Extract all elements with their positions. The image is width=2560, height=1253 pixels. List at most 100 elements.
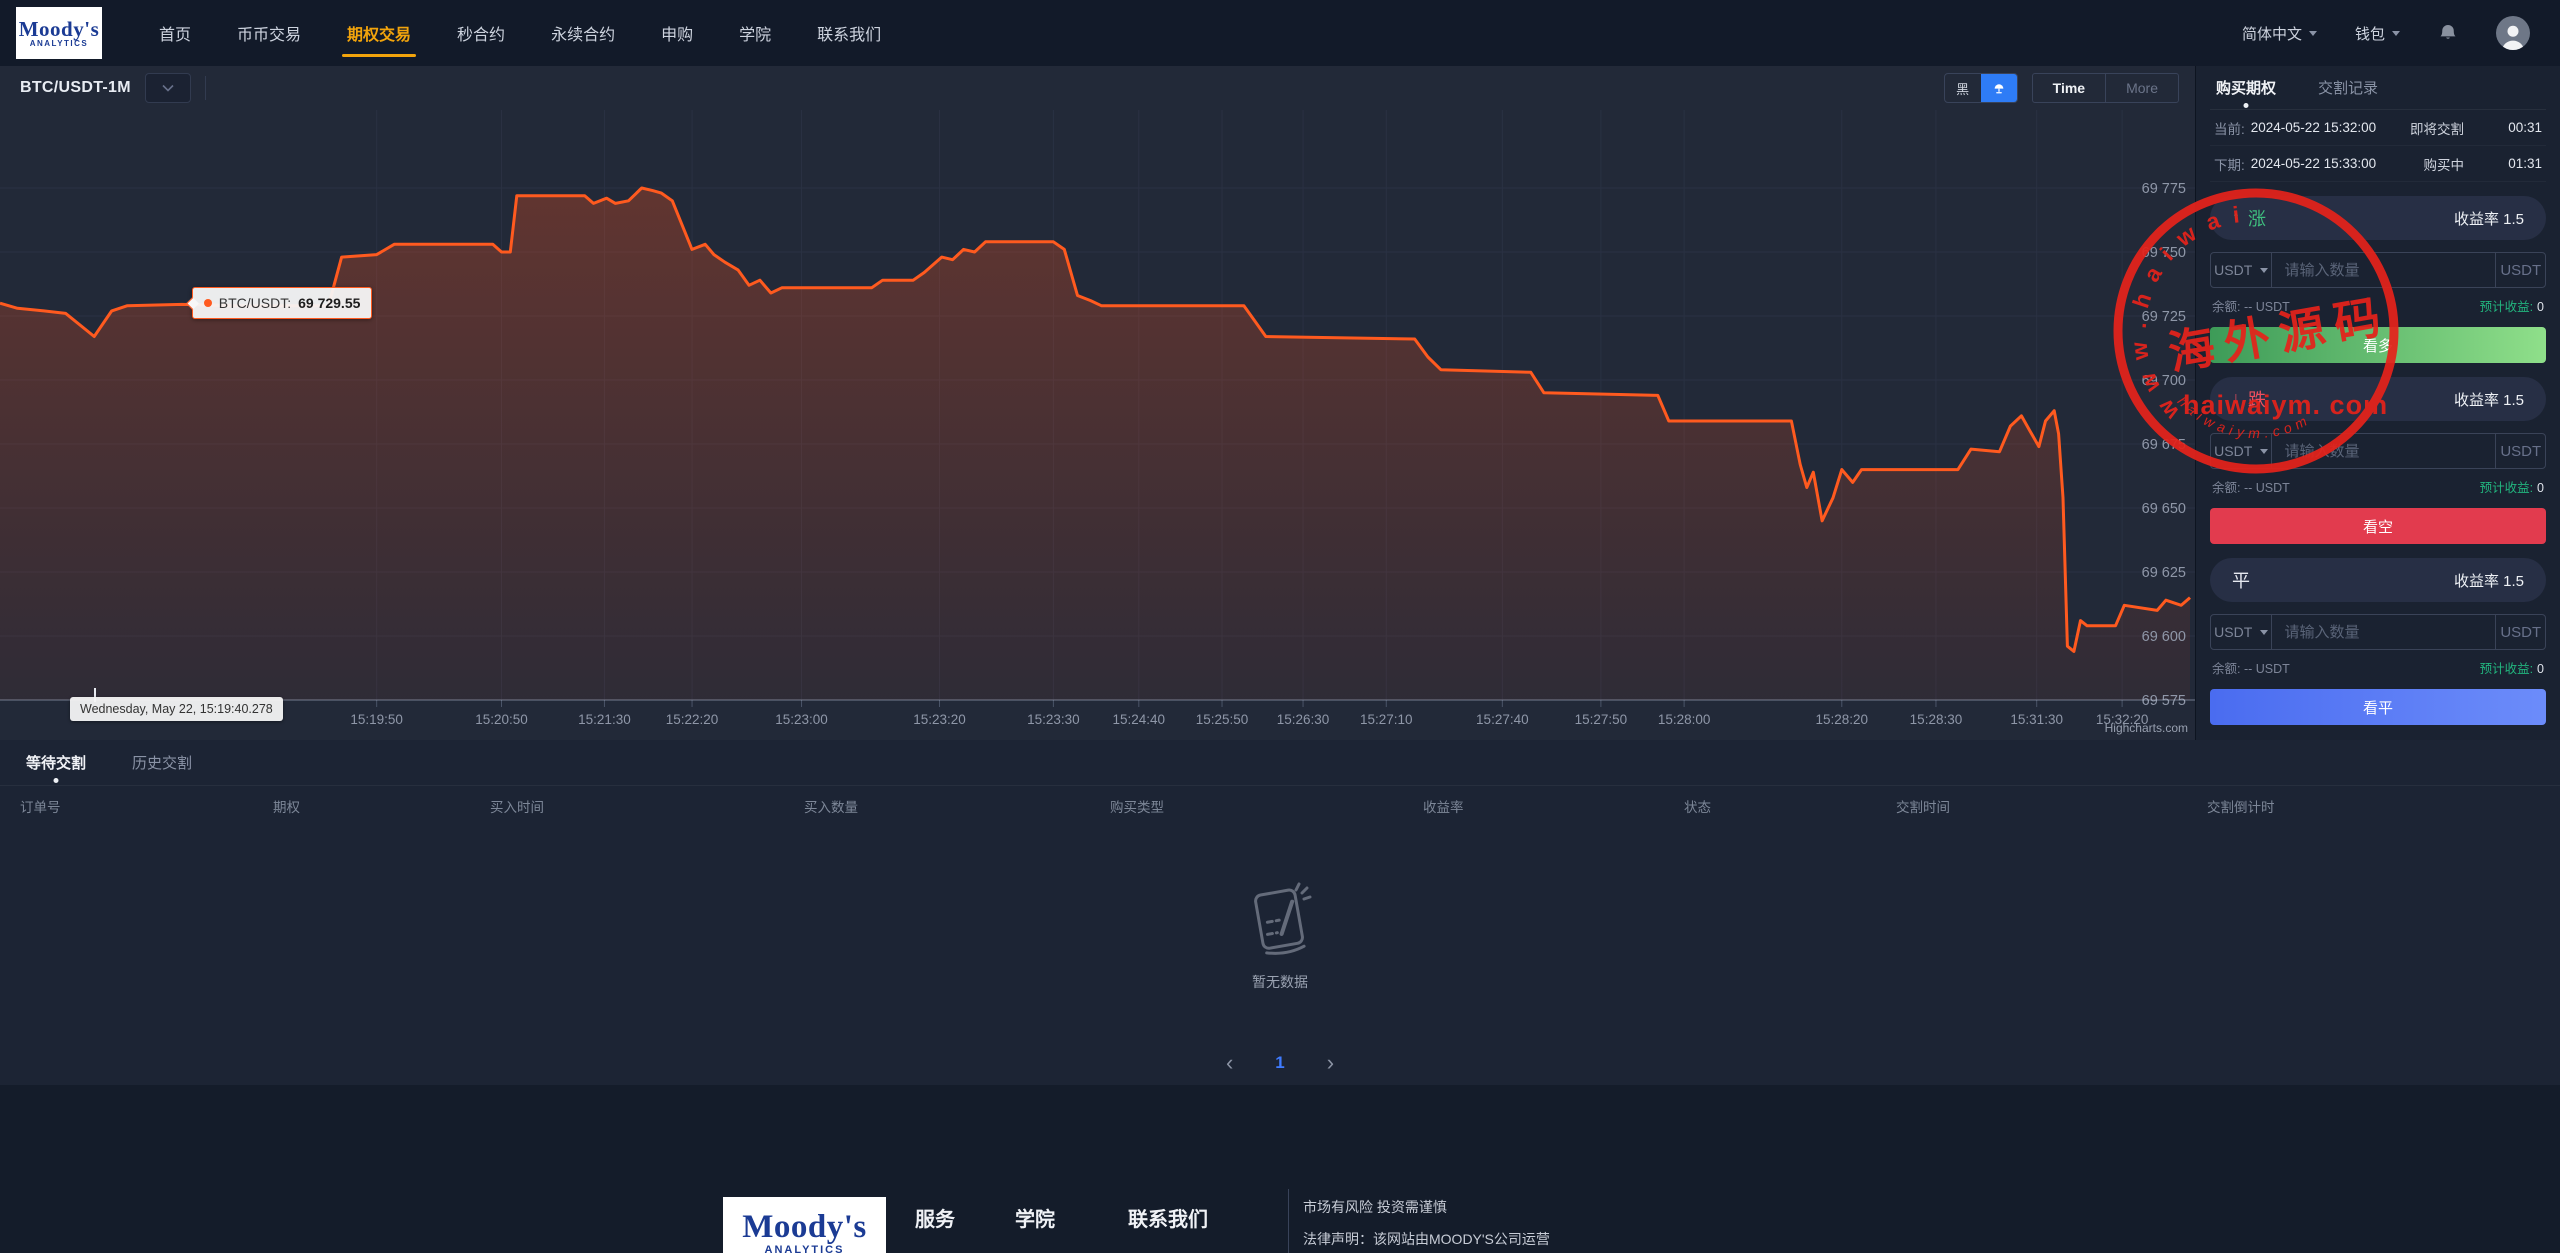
column-header-8: 交割倒计时: [2207, 800, 2275, 815]
nav-item-7[interactable]: 联系我们: [794, 0, 904, 66]
symbol-select-button[interactable]: [144, 73, 191, 103]
chart-toolbar: BTC/USDT-1M 黑 Time More: [0, 66, 2195, 110]
footer-link-2[interactable]: 联系我们: [1128, 1203, 1208, 1232]
buy-flat-button[interactable]: 看平: [2210, 689, 2546, 725]
x-axis-label: 15:31:30: [2010, 712, 2063, 727]
orders-tab-0[interactable]: 等待交割: [26, 752, 86, 773]
page-number[interactable]: 1: [1275, 1053, 1284, 1073]
x-axis-label: 15:19:50: [350, 712, 403, 727]
column-header-1: 期权: [273, 800, 300, 815]
rate-label: 收益率 1.5: [2453, 210, 2524, 228]
nav-item-3[interactable]: 秒合约: [434, 0, 528, 66]
profit-label: 预计收益:: [2479, 300, 2534, 314]
profit-value: 0: [2537, 481, 2544, 495]
balance-label: 余额: -- USDT: [2212, 300, 2290, 314]
buy-up-button[interactable]: 看多: [2210, 327, 2546, 363]
language-dropdown[interactable]: 简体中文: [2242, 23, 2317, 44]
theme-dark-button[interactable]: 黑: [1945, 74, 1981, 102]
more-button[interactable]: More: [2105, 74, 2178, 102]
footer-logo: Moody's ANALYTICS: [723, 1197, 886, 1253]
profit-value: 0: [2537, 300, 2544, 314]
theme-light-button[interactable]: [1980, 74, 2017, 102]
amount-input[interactable]: [2272, 253, 2496, 287]
series-marker-icon: [203, 299, 212, 308]
x-axis-label: 15:25:50: [1196, 712, 1249, 727]
wallet-dropdown[interactable]: 钱包: [2355, 23, 2400, 44]
panel-tab-1[interactable]: 交割记录: [2318, 77, 2378, 98]
user-avatar[interactable]: [2496, 16, 2530, 50]
brand-logo[interactable]: Moody's ANALYTICS: [16, 7, 102, 59]
column-header-2: 买入时间: [490, 800, 544, 815]
chevron-down-icon: [2308, 30, 2317, 36]
profit-label: 预计收益:: [2479, 662, 2534, 676]
amount-input[interactable]: [2272, 615, 2496, 649]
currency-select[interactable]: USDT: [2211, 434, 2273, 468]
period-label: 当前:: [2214, 121, 2245, 137]
currency-select[interactable]: USDT: [2211, 615, 2273, 649]
y-axis-label: 69 725: [2142, 309, 2186, 325]
nav-item-5[interactable]: 申购: [638, 0, 716, 66]
divider: [204, 76, 206, 100]
amount-input[interactable]: [2272, 434, 2496, 468]
risk-notice: 市场有风险 投资需谨慎: [1303, 1199, 1447, 1215]
x-axis-label: 15:27:10: [1360, 712, 1413, 727]
panel-tab-0[interactable]: 购买期权: [2216, 77, 2276, 98]
no-data-icon: [1254, 882, 1312, 955]
x-axis-label: 15:28:00: [1658, 712, 1711, 727]
amount-input-group: USDT USDT: [2210, 433, 2546, 469]
x-axis-label: 15:20:50: [475, 712, 528, 727]
tooltip-value: 69 729.55: [298, 295, 361, 312]
next-page-button[interactable]: ›: [1327, 1052, 1334, 1074]
bell-icon[interactable]: [2438, 22, 2458, 44]
trend-arrow-icon: ↑: [2232, 209, 2240, 226]
person-icon: [2502, 25, 2524, 50]
x-axis-label: 15:28:20: [1816, 712, 1869, 727]
period-row-1: 下期: 2024-05-22 15:33:00 购买中 01:31: [2210, 146, 2546, 182]
trend-header: ↓ 跌收益率 1.5: [2210, 377, 2546, 421]
x-axis-label: 15:24:40: [1113, 712, 1166, 727]
trend-down-card: ↓跌收益率 1.5USDTUSDT余额: -- USDT预计收益:0看空: [2210, 377, 2546, 544]
crosshair-tooltip: Wednesday, May 22, 15:19:40.278: [70, 697, 283, 721]
prev-page-button[interactable]: ‹: [1226, 1052, 1233, 1074]
currency-suffix: USDT: [2495, 434, 2545, 468]
trend-name-wrap: 平: [2232, 567, 2250, 593]
orders-tab-1[interactable]: 历史交割: [132, 752, 192, 773]
trend-header: 平 收益率 1.5: [2210, 558, 2546, 602]
buy-down-button[interactable]: 看空: [2210, 508, 2546, 544]
currency-suffix: USDT: [2495, 253, 2545, 287]
chevron-down-icon: [2392, 30, 2400, 36]
no-data-label: 暂无数据: [1252, 973, 1308, 990]
chevron-down-icon: [2260, 629, 2269, 635]
currency-select[interactable]: USDT: [2211, 253, 2273, 287]
nav-item-2[interactable]: 期权交易: [324, 0, 434, 66]
y-axis-label: 69 750: [2142, 245, 2186, 261]
time-button[interactable]: Time: [2033, 74, 2105, 102]
nav-item-1[interactable]: 币币交易: [214, 0, 324, 66]
brand-name: Moody's: [742, 1209, 867, 1245]
period-countdown: 00:31: [2508, 120, 2542, 135]
symbol-label: BTC/USDT-1M: [20, 79, 131, 96]
trend-flat-card: 平 收益率 1.5 USDT USDT 余额: -- USDT 预计收益:0 看平: [2210, 558, 2546, 725]
x-axis-label: 15:28:30: [1910, 712, 1963, 727]
nav-item-6[interactable]: 学院: [716, 0, 794, 66]
column-header-4: 购买类型: [1110, 800, 1164, 815]
footer-link-1[interactable]: 学院: [1015, 1203, 1055, 1232]
option-cards: ↑涨收益率 1.5USDTUSDT余额: -- USDT预计收益:0看多↓跌收益…: [2210, 196, 2546, 725]
balance-label: 余额: -- USDT: [2212, 662, 2290, 676]
nav-item-4[interactable]: 永续合约: [528, 0, 638, 66]
x-axis-label: 15:23:20: [913, 712, 966, 727]
interval-group: Time More: [2031, 73, 2179, 103]
price-chart[interactable]: 69 775 69 750 69 725 69 700 69 675 69 650 69 6…: [0, 110, 2195, 740]
nav-item-0[interactable]: 首页: [136, 0, 214, 66]
tooltip-label: BTC/USDT:: [218, 295, 292, 312]
currency-suffix: USDT: [2495, 615, 2545, 649]
x-axis-label: 15:26:30: [1277, 712, 1330, 727]
legal-notice: 法律声明：该网站由MOODY'S公司运营: [1303, 1231, 1550, 1247]
y-axis-label: 69 700: [2142, 373, 2186, 389]
y-axis-label: 69 600: [2142, 629, 2186, 645]
period-time: 2024-05-22 15:33:00: [2250, 156, 2377, 171]
balance-label: 余额: -- USDT: [2212, 481, 2290, 495]
rate-label: 收益率 1.5: [2453, 572, 2524, 590]
footer-link-0[interactable]: 服务: [915, 1203, 955, 1232]
trade-area: BTC/USDT-1M 黑 Time More 69 775 69 750 69…: [0, 66, 2560, 740]
